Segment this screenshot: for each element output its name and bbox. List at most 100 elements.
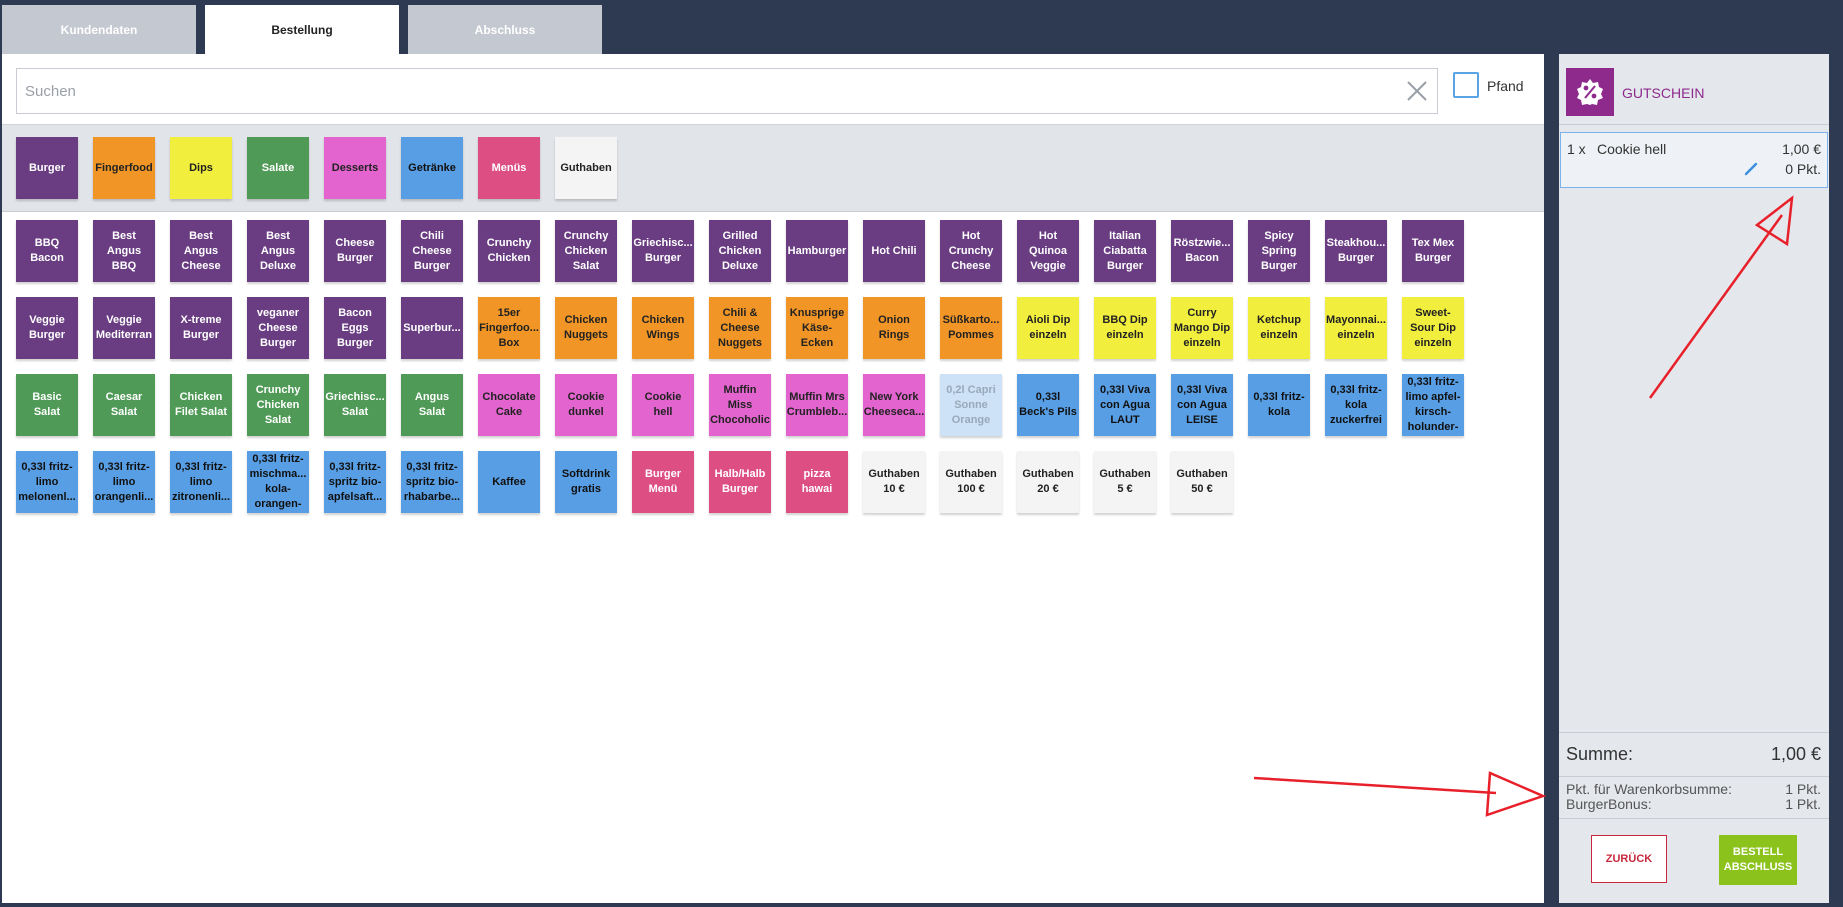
product-tile[interactable]: Halb/Halb Burger [709, 451, 771, 513]
product-tile[interactable]: Tex Mex Burger [1402, 220, 1464, 282]
product-tile[interactable]: Best Angus Deluxe [247, 220, 309, 282]
search-input[interactable] [17, 69, 1403, 113]
divider [1559, 776, 1829, 777]
voucher-label[interactable]: GUTSCHEIN [1622, 85, 1704, 101]
tab-abschluss[interactable]: Abschluss [408, 5, 602, 54]
category-dips[interactable]: Dips [170, 137, 232, 199]
product-tile[interactable]: 0,33l fritz-limo apfel-kirsch-holunder- [1402, 374, 1464, 436]
product-tile[interactable]: Knusprige Käse-Ecken [786, 297, 848, 359]
product-tile[interactable]: 0,33l fritz-mischma... kola-orangen- [247, 451, 309, 513]
product-tile[interactable]: BBQ Bacon [16, 220, 78, 282]
voucher-button[interactable] [1566, 68, 1614, 116]
product-tile[interactable]: Grilled Chicken Deluxe [709, 220, 771, 282]
product-tile[interactable]: 15er Fingerfoo... Box [478, 297, 540, 359]
category-menüs[interactable]: Menüs [478, 137, 540, 199]
product-tile[interactable]: Hot Quinoa Veggie [1017, 220, 1079, 282]
product-tile[interactable]: Crunchy Chicken [478, 220, 540, 282]
product-tile[interactable]: Hot Crunchy Cheese [940, 220, 1002, 282]
category-burger[interactable]: Burger [16, 137, 78, 199]
product-tile[interactable]: Cookie hell [632, 374, 694, 436]
product-tile[interactable]: 0,33l fritz-kola zuckerfrei [1325, 374, 1387, 436]
product-tile[interactable]: Bacon Eggs Burger [324, 297, 386, 359]
product-tile[interactable]: Guthaben 20 € [1017, 451, 1079, 513]
category-getränke[interactable]: Getränke [401, 137, 463, 199]
product-tile[interactable]: Best Angus BBQ [93, 220, 155, 282]
product-tile[interactable]: Curry Mango Dip einzeln [1171, 297, 1233, 359]
product-tile[interactable]: 0,33l fritz-limo melonenl... [16, 451, 78, 513]
product-tile[interactable]: Onion Rings [863, 297, 925, 359]
product-tile[interactable]: 0,2l Capri Sonne Orange [940, 374, 1002, 436]
product-tile[interactable]: Chocolate Cake [478, 374, 540, 436]
product-tile[interactable]: Guthaben 10 € [863, 451, 925, 513]
product-tile[interactable]: Chicken Filet Salat [170, 374, 232, 436]
product-tile[interactable]: 0,33l Beck's Pils [1017, 374, 1079, 436]
product-tile[interactable]: 0,33l fritz-limo zitronenli... [170, 451, 232, 513]
product-tile[interactable]: Mayonnai... einzeln [1325, 297, 1387, 359]
product-tile[interactable]: Griechisc... Salat [324, 374, 386, 436]
points-label: Pkt. für Warenkorbsumme: [1566, 781, 1732, 797]
product-tile[interactable]: Crunchy Chicken Salat [555, 220, 617, 282]
product-tile[interactable]: Veggie Burger [16, 297, 78, 359]
product-tile[interactable]: Guthaben 100 € [940, 451, 1002, 513]
product-tile[interactable]: 0,33l fritz-kola [1248, 374, 1310, 436]
product-tile[interactable]: Italian Ciabatta Burger [1094, 220, 1156, 282]
category-desserts[interactable]: Desserts [324, 137, 386, 199]
product-tile[interactable]: Griechisc... Burger [632, 220, 694, 282]
search-box [16, 68, 1438, 114]
product-tile[interactable]: pizza hawai [786, 451, 848, 513]
product-tile[interactable]: Guthaben 50 € [1171, 451, 1233, 513]
product-tile[interactable]: Cheese Burger [324, 220, 386, 282]
product-tile[interactable]: Chili Cheese Burger [401, 220, 463, 282]
product-tile[interactable]: Kaffee [478, 451, 540, 513]
product-tile[interactable]: Caesar Salat [93, 374, 155, 436]
product-tile[interactable]: 0,33l fritz-spritz bio-apfelsaft... [324, 451, 386, 513]
product-tile[interactable]: Hot Chili [863, 220, 925, 282]
product-tile[interactable]: Softdrink gratis [555, 451, 617, 513]
product-tile[interactable]: Aioli Dip einzeln [1017, 297, 1079, 359]
product-tile[interactable]: Cookie dunkel [555, 374, 617, 436]
product-tile[interactable]: Guthaben 5 € [1094, 451, 1156, 513]
edit-pencil-icon[interactable] [1743, 161, 1759, 177]
product-tile[interactable]: Spicy Spring Burger [1248, 220, 1310, 282]
pfand-checkbox[interactable] [1453, 72, 1479, 98]
sum-value: 1,00 € [1770, 744, 1821, 764]
product-tile[interactable]: Hamburger [786, 220, 848, 282]
product-tile[interactable]: Angus Salat [401, 374, 463, 436]
product-tile[interactable]: 0,33l Viva con Agua LEISE [1171, 374, 1233, 436]
product-tile[interactable]: Röstzwie... Bacon [1171, 220, 1233, 282]
product-tile[interactable]: New York Cheeseca... [863, 374, 925, 436]
product-tile[interactable]: Veggie Mediterran [93, 297, 155, 359]
product-tile[interactable]: Chicken Wings [632, 297, 694, 359]
cart-item[interactable]: 1 x Cookie hell 1,00 € 0 Pkt. [1560, 132, 1828, 188]
product-tile[interactable]: Steakhou... Burger [1325, 220, 1387, 282]
product-tile[interactable]: 0,33l Viva con Agua LAUT [1094, 374, 1156, 436]
product-tile[interactable]: X-treme Burger [170, 297, 232, 359]
product-tile[interactable]: Ketchup einzeln [1248, 297, 1310, 359]
product-tile[interactable]: 0,33l fritz-limo orangenli... [93, 451, 155, 513]
product-tile[interactable]: Muffin Mrs Crumbleb... [786, 374, 848, 436]
product-tile[interactable]: Süßkarto... Pommes [940, 297, 1002, 359]
product-tile[interactable]: 0,33l fritz-spritz bio-rhabarbe... [401, 451, 463, 513]
clear-search-icon[interactable] [1405, 79, 1429, 103]
back-button[interactable]: ZURÜCK [1591, 835, 1667, 883]
product-tile[interactable]: Chicken Nuggets [555, 297, 617, 359]
product-tile[interactable]: Superbur... [401, 297, 463, 359]
pfand-label: Pfand [1487, 78, 1524, 94]
product-tile[interactable]: BBQ Dip einzeln [1094, 297, 1156, 359]
product-tile[interactable]: Chili & Cheese Nuggets [709, 297, 771, 359]
category-salate[interactable]: Salate [247, 137, 309, 199]
tab-kundendaten[interactable]: Kundendaten [2, 5, 196, 54]
category-fingerfood[interactable]: Fingerfood [93, 137, 155, 199]
product-tile[interactable]: Basic Salat [16, 374, 78, 436]
product-tile[interactable]: veganer Cheese Burger [247, 297, 309, 359]
product-tile[interactable]: Sweet-Sour Dip einzeln [1402, 297, 1464, 359]
category-guthaben[interactable]: Guthaben [555, 137, 617, 199]
divider [1559, 124, 1829, 125]
product-tile[interactable]: Best Angus Cheese [170, 220, 232, 282]
product-tile[interactable]: Muffin Miss Chocoholic [709, 374, 771, 436]
product-tile[interactable]: Crunchy Chicken Salat [247, 374, 309, 436]
finish-order-button[interactable]: BESTELL ABSCHLUSS [1719, 835, 1797, 885]
product-tile[interactable]: Burger Menü [632, 451, 694, 513]
tab-bestellung[interactable]: Bestellung [205, 5, 399, 54]
percent-badge-icon [1577, 79, 1603, 105]
